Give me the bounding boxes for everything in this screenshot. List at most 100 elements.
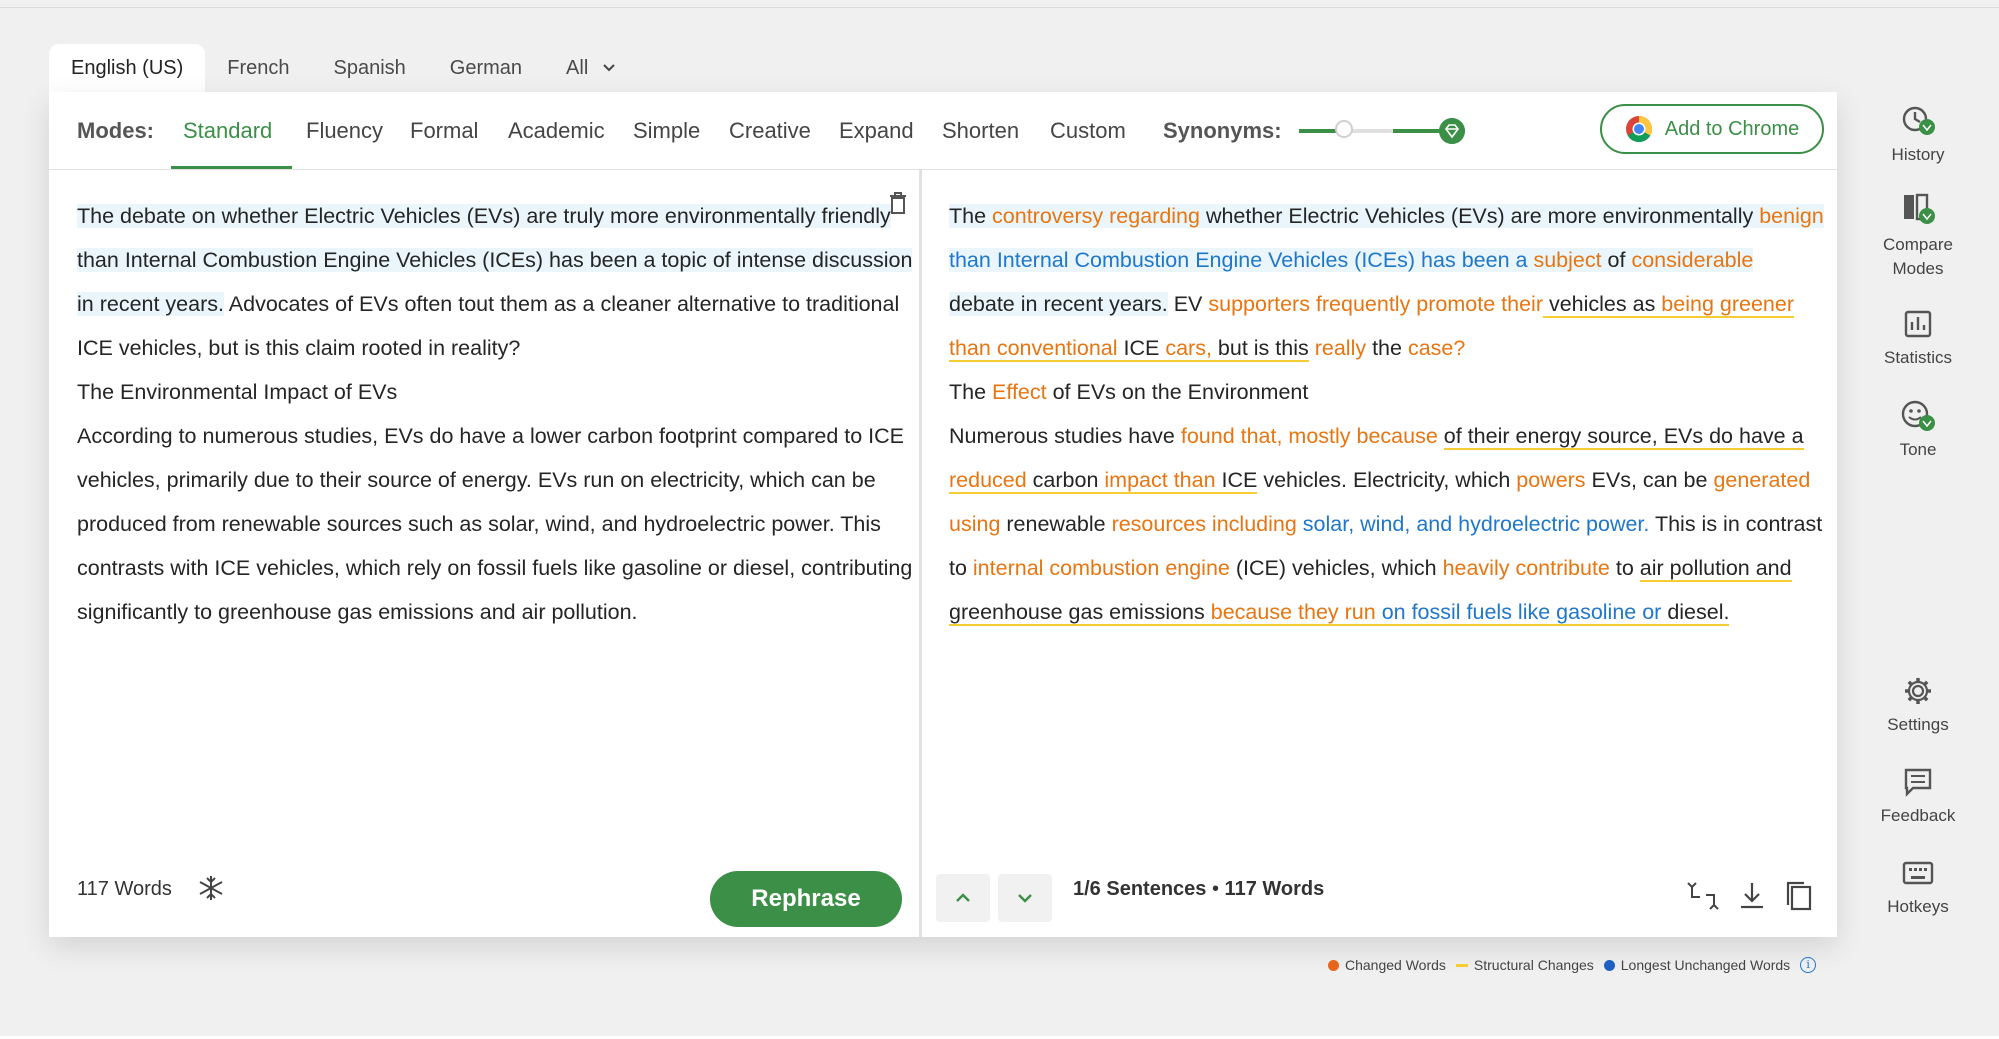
tab-all-dropdown[interactable]: All [544, 44, 638, 92]
input-sentence: According to numerous studies, EVs do ha… [77, 424, 913, 624]
tab-german[interactable]: German [428, 44, 544, 92]
changed-word[interactable]: really [1315, 336, 1366, 360]
synonyms-label: Synonyms: [1163, 118, 1282, 143]
modes-bar: Modes: Standard Fluency Formal Academic … [49, 92, 1837, 170]
rephrase-button[interactable]: Rephrase [710, 871, 902, 927]
output-text-area: The controversy regarding whether Electr… [949, 194, 1825, 634]
add-to-chrome-label: Add to Chrome [1664, 117, 1800, 140]
tab-english-us[interactable]: English (US) [49, 44, 206, 92]
output-segment: The [949, 204, 993, 228]
changed-word[interactable]: because they run [1210, 600, 1376, 626]
mode-creative[interactable]: Creative [729, 92, 811, 169]
top-divider [0, 7, 1999, 8]
output-segment: renewable [1000, 512, 1112, 536]
modes-label: Modes: [77, 118, 154, 143]
unchanged-word: solar, wind, and hydroelectric power. [1302, 512, 1650, 536]
changed-word[interactable]: Effect [992, 380, 1047, 404]
legend: Changed Words Structural Changes Longest… [1328, 957, 1817, 973]
previous-sentence-button[interactable] [936, 874, 990, 922]
changed-word[interactable]: found that, mostly because [1181, 424, 1438, 448]
unchanged-word: on fossil fuels like gasoline or [1381, 600, 1662, 626]
sidebar-label: Compare Modes [1883, 235, 1953, 278]
output-segment: ICE [1117, 336, 1166, 362]
tab-french[interactable]: French [205, 44, 311, 92]
output-segment: diesel. [1661, 600, 1730, 626]
tab-label: Spanish [333, 56, 406, 79]
sidebar-item-settings[interactable]: Settings [1866, 675, 1970, 735]
legend-changed-words: Changed Words [1328, 957, 1446, 973]
slider-premium-segment [1393, 129, 1439, 133]
changed-word[interactable]: benign [1759, 204, 1824, 228]
mode-shorten[interactable]: Shorten [942, 92, 1019, 169]
output-segment: but is this [1211, 336, 1309, 362]
changed-word[interactable]: powers [1516, 468, 1585, 492]
mode-standard[interactable]: Standard [183, 92, 272, 169]
pane-divider [919, 169, 922, 937]
changed-word[interactable]: heavily contribute [1443, 556, 1610, 580]
download-icon[interactable] [1735, 879, 1769, 913]
output-segment: of [1601, 248, 1632, 272]
changed-word[interactable]: resources including [1112, 512, 1297, 536]
input-paragraph: The debate on whether Electric Vehicles … [77, 194, 917, 370]
sidebar-label: Settings [1887, 715, 1949, 734]
input-text-area[interactable]: The debate on whether Electric Vehicles … [77, 194, 917, 634]
chevron-down-icon [603, 64, 615, 72]
input-paragraph: According to numerous studies, EVs do ha… [77, 414, 917, 634]
chrome-icon [1625, 115, 1652, 143]
output-paragraph: The controversy regarding whether Electr… [949, 194, 1825, 370]
copy-icon[interactable] [1782, 879, 1816, 913]
sidebar-item-tone[interactable]: Tone [1866, 398, 1970, 460]
freeze-words-icon[interactable] [196, 873, 226, 903]
chevron-up-icon [956, 893, 970, 902]
changed-word[interactable]: internal combustion engine [973, 556, 1230, 580]
changed-word[interactable]: controversy regarding [992, 204, 1200, 228]
input-sentence: The Environmental Impact of EVs [77, 380, 398, 404]
mode-formal[interactable]: Formal [410, 92, 478, 169]
legend-swatch [1328, 959, 1339, 971]
sidebar-item-feedback[interactable]: Feedback [1866, 766, 1970, 826]
legend-longest-unchanged: Longest Unchanged Words [1603, 957, 1790, 973]
language-tabs: English (US) French Spanish German All [49, 44, 638, 92]
premium-diamond-icon [1439, 118, 1465, 144]
mode-simple[interactable]: Simple [633, 92, 700, 169]
mode-fluency[interactable]: Fluency [306, 92, 383, 169]
compare-icon[interactable] [1686, 879, 1720, 913]
output-segment: (ICE) vehicles, which [1229, 556, 1443, 580]
changed-word[interactable]: reduced [949, 468, 1027, 494]
changed-word[interactable]: supporters frequently promote their [1208, 292, 1543, 316]
changed-word[interactable]: impact than [1104, 468, 1216, 494]
synonyms-slider[interactable] [1299, 120, 1439, 138]
info-icon[interactable]: i [1800, 957, 1817, 973]
legend-swatch [1455, 963, 1468, 967]
tab-label: All [566, 56, 589, 79]
output-segment: vehicles. Electricity, which [1257, 468, 1517, 492]
changed-word[interactable]: cars, [1165, 336, 1212, 362]
output-segment: carbon [1026, 468, 1105, 494]
unchanged-word: than Internal Combustion Engine Vehicles… [949, 248, 1534, 272]
input-paragraph: The Environmental Impact of EVs [77, 370, 917, 414]
history-icon [1902, 106, 1935, 135]
legend-swatch [1603, 959, 1615, 971]
sidebar-item-history[interactable]: History [1866, 103, 1970, 165]
output-word-count: 117 Words [1224, 878, 1325, 900]
next-sentence-button[interactable] [998, 874, 1052, 922]
changed-word[interactable]: subject [1533, 248, 1602, 272]
slider-knob[interactable] [1335, 120, 1353, 138]
tab-spanish[interactable]: Spanish [312, 44, 428, 92]
output-segment: debate in recent years. [949, 292, 1168, 316]
output-segment [1375, 600, 1382, 626]
mode-custom[interactable]: Custom [1050, 92, 1126, 169]
changed-word[interactable]: case? [1408, 336, 1465, 360]
sidebar-item-compare-modes[interactable]: Compare Modes [1866, 191, 1970, 281]
add-to-chrome-button[interactable]: Add to Chrome [1600, 104, 1824, 154]
sidebar-item-statistics[interactable]: Statistics [1866, 308, 1970, 368]
output-segment: the [1366, 336, 1408, 360]
sidebar-label: Feedback [1880, 806, 1956, 825]
output-segment: vehicles as [1542, 292, 1662, 318]
mode-academic[interactable]: Academic [508, 92, 605, 169]
sidebar-item-hotkeys[interactable]: Hotkeys [1866, 857, 1970, 917]
changed-word[interactable]: considerable [1631, 248, 1754, 272]
legend-label: Changed Words [1345, 957, 1446, 973]
mode-expand[interactable]: Expand [839, 92, 914, 169]
input-word-count: 117 Words [77, 878, 172, 900]
